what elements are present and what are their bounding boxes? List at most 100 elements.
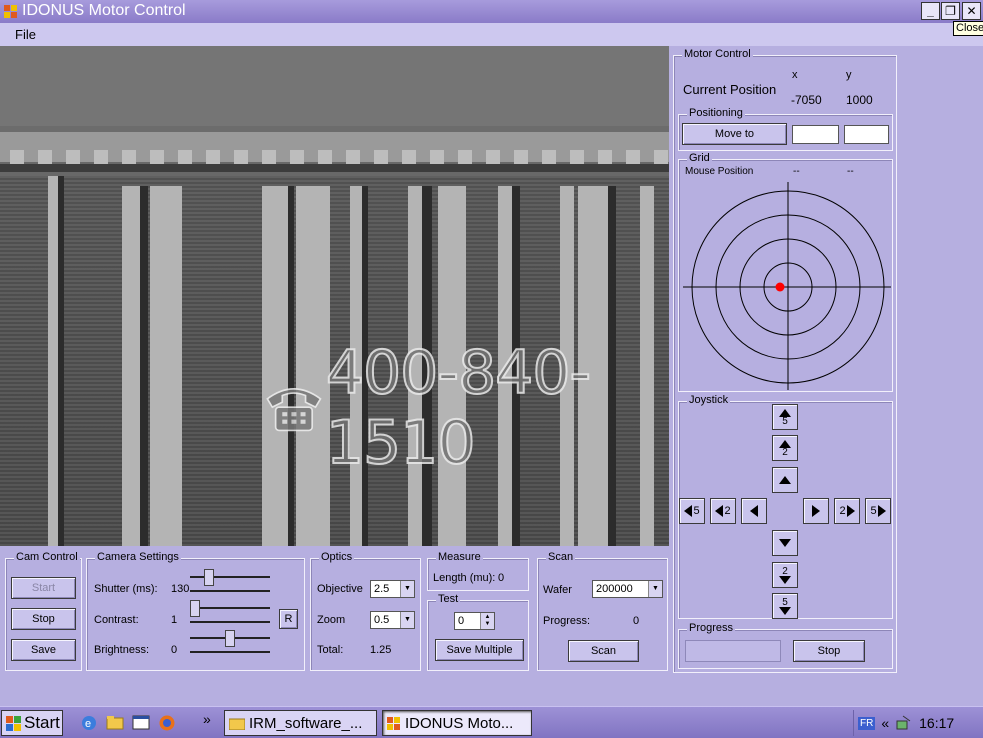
joystick-right-5-label: 5 — [870, 505, 877, 517]
internet-explorer-icon[interactable]: e — [80, 714, 98, 732]
joystick-down-2-label: 2 — [782, 565, 788, 577]
joystick-left-5-button[interactable]: 5 — [679, 498, 705, 524]
chevron-down-icon: ▼ — [400, 581, 414, 597]
firefox-icon[interactable] — [158, 714, 176, 732]
joystick-right-button[interactable] — [803, 498, 829, 524]
taskbar-irm-software[interactable]: IRM_software_... — [224, 710, 377, 736]
shutter-slider[interactable] — [204, 569, 214, 586]
chevron-down-icon: ▼ — [400, 612, 414, 628]
taskbar-irm-label: IRM_software_... — [249, 714, 363, 732]
grid-title: Grid — [687, 152, 712, 164]
joystick-title: Joystick — [687, 394, 731, 406]
joystick-up-2-button[interactable]: 2 — [772, 435, 798, 461]
cam-stop-button[interactable]: Stop — [11, 608, 76, 630]
joystick-down-2-button[interactable]: 2 — [772, 562, 798, 588]
optics-title: Optics — [319, 551, 355, 563]
close-icon: ✕ — [966, 4, 977, 18]
scan-button[interactable]: Scan — [568, 640, 639, 662]
cam-save-button[interactable]: Save — [11, 639, 76, 661]
joystick-up-button[interactable] — [772, 467, 798, 493]
joystick-right-5-button[interactable]: 5 — [865, 498, 891, 524]
chevron-down-icon: ▼ — [648, 581, 662, 597]
save-multiple-button[interactable]: Save Multiple — [435, 639, 524, 661]
watermark: 400-840-1510 — [264, 337, 669, 479]
test-title: Test — [436, 593, 461, 605]
brightness-value: 0 — [171, 644, 178, 656]
arrow-down-icon — [779, 539, 791, 547]
camera-view[interactable]: 400-840-1510 — [0, 46, 669, 546]
reset-button[interactable]: R — [279, 609, 298, 629]
contrast-slider[interactable] — [190, 600, 200, 617]
language-indicator[interactable]: FR — [858, 716, 876, 730]
spinner-arrows-icon: ▲ ▼ — [480, 613, 494, 629]
objective-value: 2.5 — [374, 583, 390, 595]
quicklaunch-overflow-icon[interactable]: » — [203, 711, 211, 727]
zoom-value: 0.5 — [374, 614, 390, 626]
start-label: Start — [24, 713, 60, 732]
camera-settings-title: Camera Settings — [95, 551, 181, 563]
cam-control-group: Cam Control Start Stop Save — [5, 551, 82, 671]
joystick-down-button[interactable] — [772, 530, 798, 556]
arrow-right-icon — [812, 505, 820, 517]
motor-control-group: Motor Control x y Current Position -7050… — [673, 48, 897, 673]
current-x-value: -7050 — [791, 93, 822, 107]
brightness-slider-baseline — [190, 651, 270, 653]
network-icon[interactable] — [895, 715, 913, 731]
arrow-left-icon — [684, 505, 693, 517]
positioning-group: Positioning Move to — [678, 107, 893, 151]
close-button[interactable]: ✕ — [962, 2, 981, 20]
joystick-left-button[interactable] — [741, 498, 767, 524]
joystick-up-5-button[interactable]: 5 — [772, 404, 798, 430]
position-grid[interactable] — [681, 180, 891, 390]
taskbar-idonus[interactable]: IDONUS Moto... — [382, 710, 532, 736]
zoom-select[interactable]: 0.5 ▼ — [370, 611, 415, 629]
x-header: x — [792, 69, 798, 81]
system-tray: FR « 16:17 — [853, 710, 981, 736]
minimize-icon: _ — [927, 4, 934, 18]
cam-control-title: Cam Control — [14, 551, 80, 563]
mouse-y-value: -- — [847, 166, 854, 177]
start-button[interactable]: Start — [1, 710, 63, 736]
menu-bar: File — [0, 23, 983, 46]
phone-icon — [266, 388, 322, 432]
current-position-label: Current Position — [683, 82, 777, 97]
current-y-value: 1000 — [846, 93, 873, 107]
minimize-button[interactable]: _ — [921, 2, 940, 20]
objective-label: Objective — [317, 583, 363, 595]
test-group: Test 0 ▲ ▼ Save Multiple — [427, 593, 529, 671]
grid-group: Grid Mouse Position -- -- — [678, 152, 893, 392]
target-y-input[interactable] — [844, 125, 889, 144]
test-spinner[interactable]: 0 ▲ ▼ — [454, 612, 495, 630]
joystick-up-2-label: 2 — [782, 446, 788, 458]
joystick-left-2-button[interactable]: 2 — [710, 498, 736, 524]
brightness-slider[interactable] — [225, 630, 235, 647]
length-value: 0 — [498, 572, 505, 584]
tray-expand-icon[interactable]: « — [881, 715, 889, 731]
scan-group: Scan Wafer 200000 ▼ Progress: 0 Scan — [537, 551, 668, 671]
joystick-right-2-button[interactable]: 2 — [834, 498, 860, 524]
cam-start-button[interactable]: Start — [11, 577, 76, 599]
progress-stop-button[interactable]: Stop — [793, 640, 865, 662]
total-label: Total: — [317, 644, 344, 656]
desktop-icon[interactable] — [132, 714, 150, 732]
joystick-right-2-label: 2 — [839, 505, 846, 517]
shutter-slider-track — [190, 576, 270, 578]
arrow-up-icon — [779, 476, 791, 484]
maximize-button[interactable]: ❐ — [941, 2, 960, 20]
joystick-down-5-button[interactable]: 5 — [772, 593, 798, 619]
arrow-right-icon — [846, 505, 855, 517]
folder-icon[interactable] — [106, 714, 124, 732]
measure-title: Measure — [436, 551, 483, 563]
move-to-button[interactable]: Move to — [682, 123, 787, 145]
wafer-select[interactable]: 200000 ▼ — [592, 580, 663, 598]
target-x-input[interactable] — [792, 125, 839, 144]
objective-select[interactable]: 2.5 ▼ — [370, 580, 415, 598]
shutter-value: 130 — [171, 583, 190, 595]
taskbar-idonus-label: IDONUS Moto... — [405, 714, 514, 732]
wafer-value: 200000 — [596, 583, 633, 595]
arrow-down-icon — [779, 575, 791, 584]
arrow-down-icon — [779, 606, 791, 615]
progress-group: Progress Stop — [678, 622, 893, 669]
menu-file[interactable]: File — [15, 27, 36, 42]
mouse-x-value: -- — [793, 166, 800, 177]
